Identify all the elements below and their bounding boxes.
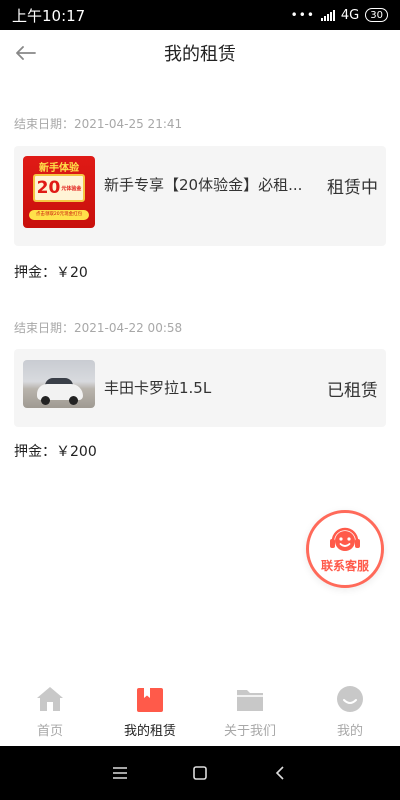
back-nav-button[interactable] xyxy=(268,761,292,785)
tab-my-rentals[interactable]: 我的租赁 xyxy=(100,676,200,746)
home-icon xyxy=(37,687,63,711)
order-name: 新手专享【20体验金】必租... xyxy=(104,176,303,194)
tab-me[interactable]: 我的 xyxy=(300,676,400,746)
customer-service-button[interactable]: 联系客服 xyxy=(306,510,384,588)
promo-amount-box: 20 元体验金 xyxy=(33,174,85,202)
arrow-left-icon xyxy=(16,46,36,60)
page-title: 我的租赁 xyxy=(164,44,236,65)
customer-service-label: 联系客服 xyxy=(320,558,369,573)
signal-icon xyxy=(320,9,335,21)
menu-button[interactable] xyxy=(108,761,132,785)
car-image xyxy=(23,360,95,408)
order-card[interactable]: 新手体验 20 元体验金 点击领取20元现金红包 新手专享【20体验金】必租..… xyxy=(14,146,386,246)
folder-icon xyxy=(237,690,263,711)
bookmark-icon xyxy=(137,688,163,712)
promo-amount: 20 xyxy=(36,178,61,198)
order-thumbnail: 新手体验 20 元体验金 点击领取20元现金红包 xyxy=(23,156,95,228)
order-status: 租赁中 xyxy=(327,178,378,198)
bottom-tab-bar: 首页 我的租赁 关于我们 我的 xyxy=(0,676,400,746)
menu-icon xyxy=(113,767,127,779)
order-deposit: 押金：￥20 xyxy=(14,265,88,281)
home-button[interactable] xyxy=(188,761,212,785)
tab-label: 我的 xyxy=(336,724,363,739)
back-button[interactable] xyxy=(14,41,38,65)
tab-label: 首页 xyxy=(36,724,63,739)
order-card[interactable]: 丰田卡罗拉1.5L 已租赁 xyxy=(14,349,386,427)
status-time: 上午10:17 xyxy=(12,6,86,25)
tab-label: 关于我们 xyxy=(223,724,276,739)
order-end-date: 结束日期：2021-04-22 00:58 xyxy=(14,321,183,335)
tab-about-us[interactable]: 关于我们 xyxy=(200,676,300,746)
order-thumbnail xyxy=(23,360,95,408)
order-status: 已租赁 xyxy=(327,381,378,401)
square-icon xyxy=(193,766,207,780)
status-indicators: ••• 4G 30 xyxy=(291,8,388,23)
headset-icon xyxy=(330,527,360,551)
order-end-date: 结束日期：2021-04-25 21:41 xyxy=(14,117,183,131)
more-dots-icon: ••• xyxy=(290,8,315,22)
promo-bar: 点击领取20元现金红包 xyxy=(29,210,89,220)
order-name: 丰田卡罗拉1.5L xyxy=(104,379,212,397)
order-deposit: 押金：￥200 xyxy=(14,444,97,460)
promo-unit: 元体验金 xyxy=(61,185,82,192)
network-type: 4G xyxy=(340,7,360,23)
system-nav-bar xyxy=(0,746,400,800)
profile-icon xyxy=(337,686,363,712)
header: 我的租赁 xyxy=(0,30,400,76)
promo-title: 新手体验 xyxy=(39,163,79,174)
chevron-left-icon xyxy=(275,766,284,780)
battery-level: 30 xyxy=(370,9,383,21)
tab-home[interactable]: 首页 xyxy=(0,676,100,746)
promo-image: 新手体验 20 元体验金 点击领取20元现金红包 xyxy=(23,156,95,228)
tab-label: 我的租赁 xyxy=(123,724,176,739)
status-bar: 上午10:17 ••• 4G 30 xyxy=(0,0,400,30)
battery-icon: 30 xyxy=(365,8,388,22)
